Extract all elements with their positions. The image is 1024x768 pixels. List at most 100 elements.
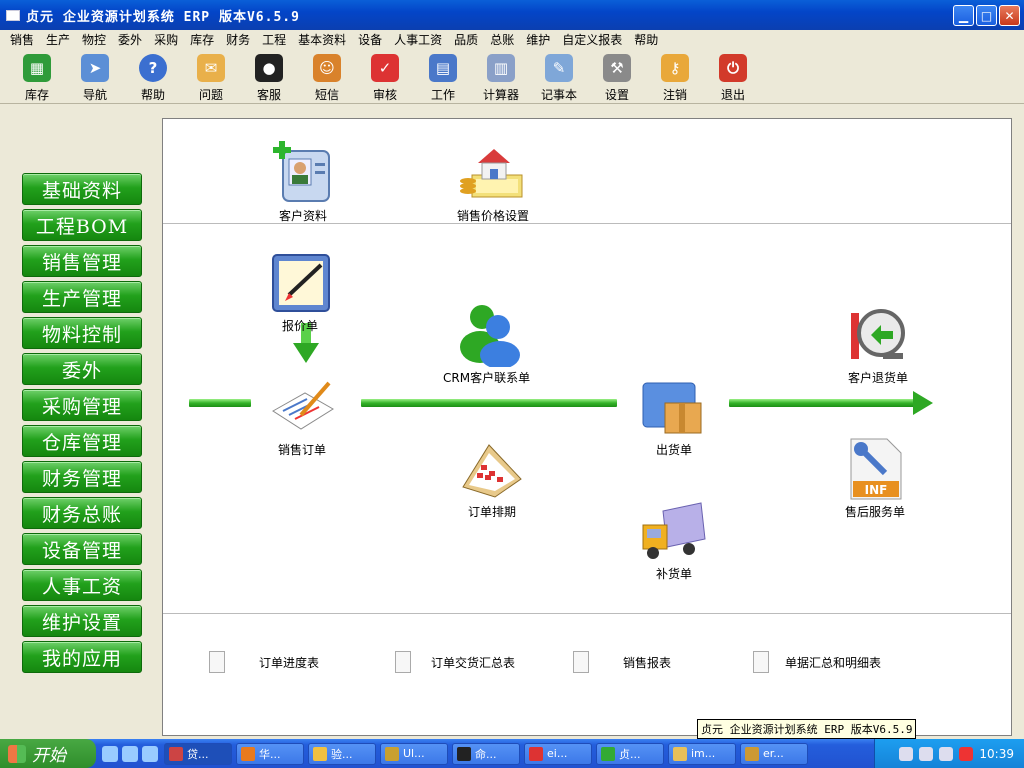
toolbar-calculator-button[interactable]: ▥ 计算器 [472,48,530,103]
sales-flow-panel: 客户资料 销售价格设置 报价单 销售订单 CRM客户联系单 订单排期 出货单 补… [162,118,1012,736]
report-order-progress[interactable]: 订单进度表 [209,651,319,673]
shipment-item[interactable]: 出货单 [639,375,709,458]
navigation-icon: ➤ [81,54,109,82]
crm-contact-item[interactable]: CRM客户联系单 [443,303,530,386]
quote-label: 报价单 [281,319,318,333]
toolbar-exit-button[interactable]: ⏻ 退出 [704,48,762,103]
menu-finance[interactable]: 财务 [220,31,256,48]
taskbar-item[interactable]: ei... [524,742,592,765]
nav-hr-payroll[interactable]: 人事工资 [22,569,142,601]
nav-outsourcing[interactable]: 委外 [22,353,142,385]
toolbar-settings-button[interactable]: ⚒ 设置 [588,48,646,103]
taskbar-item[interactable]: im... [668,742,736,765]
app-icon [385,746,399,761]
report-document-summary-detail[interactable]: 单据汇总和明细表 [753,651,881,673]
start-button[interactable]: 开始 [0,739,96,768]
customer-data-item[interactable]: 客户资料 [271,141,335,224]
maximize-button[interactable]: □ [976,5,997,26]
after-sales-service-item[interactable]: INF 售后服务单 [845,437,905,520]
nav-equipment-management[interactable]: 设备管理 [22,533,142,565]
toolbar-help-button[interactable]: ? 帮助 [124,48,182,103]
close-button[interactable]: ✕ [999,5,1020,26]
menu-equipment[interactable]: 设备 [352,31,388,48]
flow-arrow [189,399,251,407]
after-sales-service-label: 售后服务单 [845,505,906,519]
clock[interactable]: 10:39 [979,747,1014,761]
sales-price-setting-item[interactable]: 销售价格设置 [457,141,529,224]
menu-production[interactable]: 生产 [40,31,76,48]
menu-engineering[interactable]: 工程 [256,31,292,48]
taskbar-item[interactable]: 贞... [596,742,664,765]
tray-icon[interactable] [959,746,974,761]
taskbar: 开始 贷... 华... 验... Ul... 命... ei... 贞... … [0,739,1024,768]
nav-engineering-bom[interactable]: 工程BOM [22,209,142,241]
nav-material-control[interactable]: 物料控制 [22,317,142,349]
shipment-box-icon [642,382,702,434]
menu-purchase[interactable]: 采购 [148,31,184,48]
customer-card-icon [273,141,330,202]
toolbar-customer-service-button[interactable]: ● 客服 [240,48,298,103]
menu-general-ledger[interactable]: 总账 [484,31,520,48]
menu-maintenance[interactable]: 维护 [520,31,556,48]
customer-return-item[interactable]: 客户退货单 [845,303,911,386]
nav-warehouse-management[interactable]: 仓库管理 [22,425,142,457]
menu-basic-data[interactable]: 基本资料 [292,31,352,48]
replenishment-item[interactable]: 补货单 [639,499,709,582]
report-order-delivery-summary[interactable]: 订单交货汇总表 [395,651,515,673]
power-icon: ⏻ [719,54,747,82]
toolbar: ▦ 库存 ➤ 导航 ? 帮助 ✉ 问题 ● 客服 ☺ 短信 ✓ 审核 ▤ 工作 ▥ 计算器 ✎ 记事… [0,48,1024,104]
toolbar-work-button[interactable]: ▤ 工作 [414,48,472,103]
nav-basic-data[interactable]: 基础资料 [22,173,142,205]
toolbar-notepad-button[interactable]: ✎ 记事本 [530,48,588,103]
tray-icon[interactable] [919,746,934,761]
taskbar-item[interactable]: Ul... [380,742,448,765]
order-schedule-item[interactable]: 订单排期 [459,439,525,520]
nav-maintenance-settings[interactable]: 维护设置 [22,605,142,637]
menu-material-control[interactable]: 物控 [76,31,112,48]
crm-contact-label: CRM客户联系单 [443,371,531,385]
nav-sales-management[interactable]: 销售管理 [22,245,142,277]
window-title: 贞元 企业资源计划系统 ERP 版本V6.5.9 [26,9,300,25]
quote-item[interactable]: 报价单 [265,251,335,334]
nav-production-management[interactable]: 生产管理 [22,281,142,313]
report-sales[interactable]: 销售报表 [573,651,671,673]
nav-general-ledger[interactable]: 财务总账 [22,497,142,529]
nav-my-apps[interactable]: 我的应用 [22,641,142,673]
tray-icon[interactable] [939,746,954,761]
firefox-icon [241,746,255,761]
toolbar-logout-button[interactable]: ⚷ 注销 [646,48,704,103]
media-icon[interactable] [122,745,138,762]
toolbar-sms-button[interactable]: ☺ 短信 [298,48,356,103]
calendar-icon: ▤ [429,54,457,82]
menu-quality[interactable]: 品质 [448,31,484,48]
menu-inventory[interactable]: 库存 [184,31,220,48]
sales-order-item[interactable]: 销售订单 [267,375,337,458]
system-tray: 10:39 [874,739,1024,768]
toolbar-approval-button[interactable]: ✓ 审核 [356,48,414,103]
toolbar-inventory-button[interactable]: ▦ 库存 [8,48,66,103]
taskbar-item[interactable]: 贷... [164,742,232,765]
minimize-button[interactable]: ▁ [953,5,974,26]
price-setting-icon [460,149,523,198]
menu-custom-reports[interactable]: 自定义报表 [556,31,628,48]
app-icon [6,9,20,21]
menu-sales[interactable]: 销售 [4,31,40,48]
taskbar-item[interactable]: 验... [308,742,376,765]
toolbar-navigation-button[interactable]: ➤ 导航 [66,48,124,103]
toolbar-question-button[interactable]: ✉ 问题 [182,48,240,103]
tray-icon[interactable] [899,746,914,761]
nav-finance-management[interactable]: 财务管理 [22,461,142,493]
taskbar-item[interactable]: 华... [236,742,304,765]
desktop-icon[interactable] [142,745,158,762]
menu-outsourcing[interactable]: 委外 [112,31,148,48]
menu-hr-payroll[interactable]: 人事工资 [388,31,448,48]
ie-icon[interactable] [102,745,118,762]
nav-purchase-management[interactable]: 采购管理 [22,389,142,421]
tools-icon: ⚒ [603,54,631,82]
envelope-icon: ✉ [197,54,225,82]
taskbar-item[interactable]: 命... [452,742,520,765]
taskbar-item[interactable]: er... [740,742,808,765]
divider [163,613,1011,614]
inf-file-icon: INF [850,438,902,500]
menu-help[interactable]: 帮助 [628,31,664,48]
